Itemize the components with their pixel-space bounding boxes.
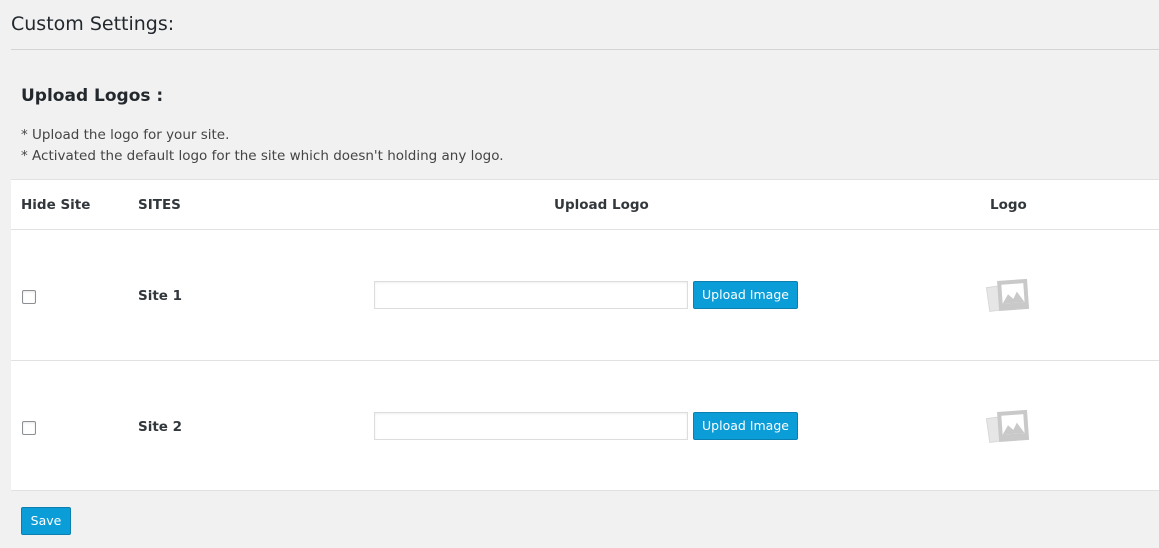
instructions: * Upload the logo for your site. * Activ… <box>21 125 504 167</box>
sites-logo-table: Hide Site SITES Upload Logo Logo Site 1 … <box>11 179 1159 491</box>
instruction-note: * Upload the logo for your site. <box>21 127 230 143</box>
hide-site-checkbox[interactable] <box>22 421 36 435</box>
header-logo: Logo <box>990 197 1027 213</box>
hide-site-checkbox[interactable] <box>22 290 36 304</box>
table-row: Site 2 Upload Image <box>11 361 1159 491</box>
header-sites: SITES <box>138 197 181 213</box>
logo-url-input[interactable] <box>374 412 688 440</box>
upload-image-button[interactable]: Upload Image <box>693 281 798 309</box>
table-header-row: Hide Site SITES Upload Logo Logo <box>11 180 1159 230</box>
save-button[interactable]: Save <box>21 507 71 535</box>
logo-url-input[interactable] <box>374 281 688 309</box>
title-divider <box>11 49 1159 50</box>
header-upload-logo: Upload Logo <box>554 197 649 213</box>
site-name: Site 2 <box>138 419 183 435</box>
table-row: Site 1 Upload Image <box>11 230 1159 361</box>
image-placeholder-icon <box>985 407 1030 447</box>
instruction-note: * Activated the default logo for the sit… <box>21 148 504 164</box>
image-placeholder-icon <box>985 276 1030 316</box>
header-hide-site: Hide Site <box>21 197 91 213</box>
section-heading: Upload Logos : <box>21 86 164 106</box>
page-title: Custom Settings: <box>11 13 175 35</box>
site-name: Site 1 <box>138 288 183 304</box>
upload-image-button[interactable]: Upload Image <box>693 412 798 440</box>
